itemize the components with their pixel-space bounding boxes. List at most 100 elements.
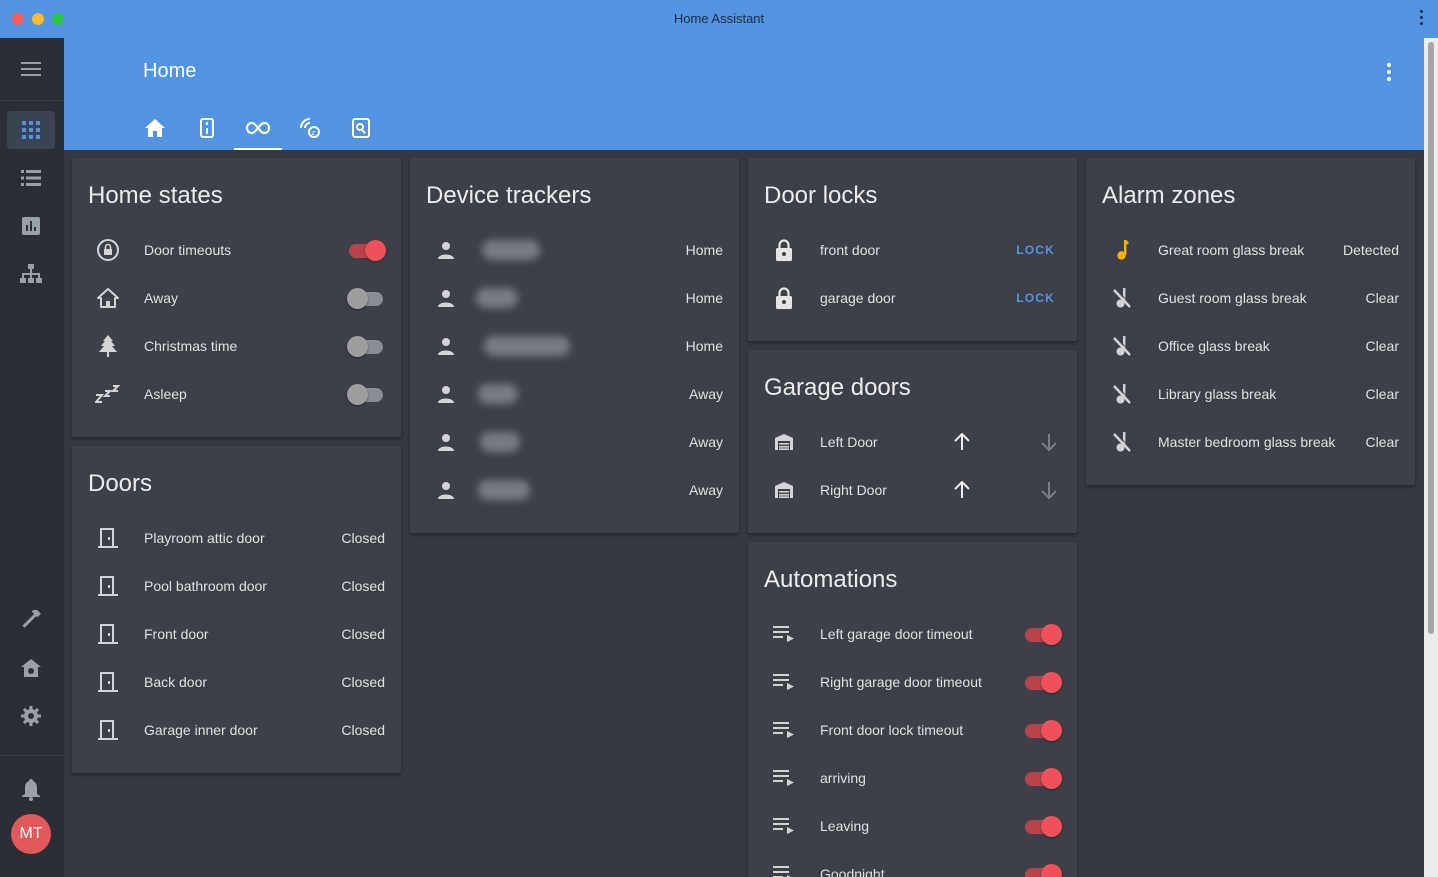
entity-row[interactable]: Leaving: [748, 802, 1077, 850]
sidebar-item-notifications[interactable]: [7, 771, 55, 809]
arrow-up-icon: [954, 433, 970, 451]
entity-row[interactable]: Library glass break Clear: [1086, 370, 1415, 418]
entity-row[interactable]: Front door lock timeout: [748, 706, 1077, 754]
playlist-play-icon: [768, 670, 800, 694]
entity-row[interactable]: Right Door: [748, 466, 1077, 514]
page-scrollbar[interactable]: [1424, 38, 1438, 877]
toggle-switch[interactable]: [1023, 816, 1061, 836]
entity-row[interactable]: Office glass break Clear: [1086, 322, 1415, 370]
list-icon: [21, 170, 41, 186]
device-trackers-card: Device trackers Home Home Home Away Away…: [410, 158, 739, 533]
tab-automation[interactable]: [234, 106, 282, 150]
tab-security-camera[interactable]: [337, 106, 385, 150]
overflow-menu-icon[interactable]: [1387, 63, 1391, 84]
toggle-switch[interactable]: [1023, 720, 1061, 740]
card-title: Alarm zones: [1102, 182, 1235, 210]
music-note-off-icon: [1106, 382, 1138, 406]
toggle-switch[interactable]: [1023, 864, 1061, 877]
sitemap-icon: [20, 264, 42, 284]
sidebar-item-history[interactable]: [7, 207, 55, 245]
toggle-switch[interactable]: [1023, 624, 1061, 644]
user-avatar[interactable]: MT: [11, 814, 51, 854]
entity-row[interactable]: Pool bathroom door Closed: [72, 562, 401, 610]
entity-row[interactable]: Away: [410, 418, 739, 466]
tab-zwave[interactable]: z: [286, 106, 334, 150]
door-icon: [92, 526, 124, 550]
sidebar-item-developer-tools[interactable]: [7, 601, 55, 639]
music-note-off-icon: [1106, 286, 1138, 310]
entity-row[interactable]: Guest room glass break Clear: [1086, 274, 1415, 322]
card-title: Automations: [764, 566, 897, 594]
entity-name: Library glass break: [1158, 370, 1276, 418]
redacted-name: [482, 240, 540, 260]
garage-doors-card: Garage doors Left Door Right Door: [748, 350, 1077, 533]
entity-name: Back door: [144, 658, 207, 706]
close-cover-button[interactable]: [1037, 430, 1061, 454]
redacted-name: [478, 384, 518, 404]
entity-row[interactable]: Home: [410, 322, 739, 370]
entity-name: Garage inner door: [144, 706, 258, 754]
toggle-switch[interactable]: [347, 288, 385, 308]
open-cover-button[interactable]: [950, 478, 974, 502]
entity-row[interactable]: Left Door: [748, 418, 1077, 466]
entity-row[interactable]: garage door LOCK: [748, 274, 1077, 322]
sidebar-item-logbook[interactable]: [7, 159, 55, 197]
music-note-off-icon: [1106, 430, 1138, 454]
alarm-zones-card: Alarm zones Great room glass break Detec…: [1086, 158, 1415, 485]
scrollbar-thumb[interactable]: [1428, 42, 1434, 634]
entity-row[interactable]: Away: [72, 274, 401, 322]
entity-name: garage door: [820, 274, 896, 322]
sidebar-item-settings[interactable]: [7, 697, 55, 735]
entity-row[interactable]: Away: [410, 466, 739, 514]
toggle-switch[interactable]: [347, 240, 385, 260]
chart-box-icon: [22, 217, 40, 235]
sidebar-divider: [0, 100, 64, 101]
entity-row[interactable]: Home: [410, 274, 739, 322]
entity-state: Clear: [1366, 418, 1399, 466]
account-icon: [430, 478, 462, 502]
entity-row[interactable]: Door timeouts: [72, 226, 401, 274]
entity-row[interactable]: Master bedroom glass break Clear: [1086, 418, 1415, 466]
sidebar-menu-button[interactable]: [7, 50, 55, 88]
toggle-switch[interactable]: [347, 384, 385, 404]
entity-name: Right garage door timeout: [820, 658, 982, 706]
entity-row[interactable]: Asleep: [72, 370, 401, 418]
entity-row[interactable]: Left garage door timeout: [748, 610, 1077, 658]
arrow-down-icon: [1041, 481, 1057, 499]
entity-name: Right Door: [820, 466, 887, 514]
sidebar-item-hacs[interactable]: [7, 649, 55, 687]
toggle-switch[interactable]: [1023, 768, 1061, 788]
entity-row[interactable]: Away: [410, 370, 739, 418]
entity-row[interactable]: Christmas time: [72, 322, 401, 370]
entity-state: Closed: [341, 706, 385, 754]
toggle-switch[interactable]: [347, 336, 385, 356]
entity-row[interactable]: Right garage door timeout: [748, 658, 1077, 706]
lock-button[interactable]: LOCK: [1016, 226, 1055, 274]
open-cover-button[interactable]: [950, 430, 974, 454]
entity-row[interactable]: arriving: [748, 754, 1077, 802]
sidebar-item-map[interactable]: [7, 255, 55, 293]
close-cover-button[interactable]: [1037, 478, 1061, 502]
entity-row[interactable]: Garage inner door Closed: [72, 706, 401, 754]
playlist-play-icon: [768, 766, 800, 790]
entity-name: Great room glass break: [1158, 226, 1304, 274]
tab-home[interactable]: [131, 106, 179, 150]
redacted-name: [476, 288, 518, 308]
door-icon: [92, 718, 124, 742]
sidebar-item-overview[interactable]: [7, 111, 55, 149]
entity-row[interactable]: Front door Closed: [72, 610, 401, 658]
entity-row[interactable]: front door LOCK: [748, 226, 1077, 274]
account-icon: [430, 382, 462, 406]
window-menu-icon[interactable]: [1420, 10, 1424, 28]
lock-button[interactable]: LOCK: [1016, 274, 1055, 322]
entity-row[interactable]: Goodnight: [748, 850, 1077, 877]
account-icon: [430, 238, 462, 262]
entity-row[interactable]: Great room glass break Detected: [1086, 226, 1415, 274]
entity-name: Door timeouts: [144, 226, 231, 274]
entity-row[interactable]: Home: [410, 226, 739, 274]
tab-remote[interactable]: [183, 106, 231, 150]
entity-row[interactable]: Playroom attic door Closed: [72, 514, 401, 562]
entity-row[interactable]: Back door Closed: [72, 658, 401, 706]
sleep-icon: [92, 382, 124, 406]
toggle-switch[interactable]: [1023, 672, 1061, 692]
